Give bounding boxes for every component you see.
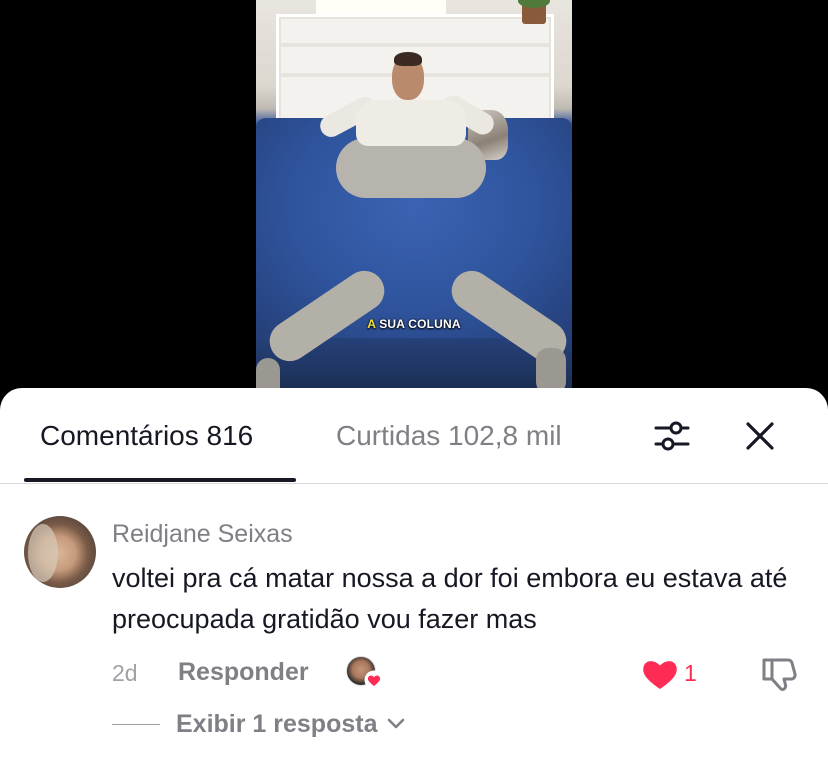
comment-meta-row: 2d Responder 1 <box>112 656 812 692</box>
creator-liked-icon <box>346 656 384 690</box>
caption-text: SUA COLUNA <box>375 317 461 331</box>
thumbs-down-icon[interactable] <box>760 654 800 694</box>
plant-pot <box>518 0 550 24</box>
comments-sheet: Comentários 816 Curtidas 102,8 mil Reidj… <box>0 388 828 763</box>
video-caption: A SUA COLUNA <box>256 317 572 331</box>
close-icon[interactable] <box>740 416 780 456</box>
caption-highlight: A <box>367 317 376 331</box>
person-pants <box>336 138 486 198</box>
chevron-down-icon <box>387 718 405 729</box>
active-tab-indicator <box>24 478 296 482</box>
heart-icon[interactable] <box>640 656 680 692</box>
comment-time: 2d <box>112 660 138 686</box>
view-replies-button[interactable]: Exibir 1 resposta <box>112 706 512 742</box>
person-foot-left <box>256 358 280 388</box>
video-player[interactable]: A SUA COLUNA <box>0 0 828 400</box>
comment-text: voltei pra cá matar nossa a dor foi embo… <box>112 563 788 634</box>
tab-comments[interactable]: Comentários 816 <box>40 420 253 452</box>
creator-heart-icon <box>364 670 384 690</box>
tab-likes[interactable]: Curtidas 102,8 mil <box>336 420 562 452</box>
person-torso <box>356 100 466 146</box>
video-frame[interactable]: A SUA COLUNA <box>256 0 572 388</box>
person-foot-right <box>536 348 566 388</box>
comment-item: Reidjane Seixas voltei pra cá matar noss… <box>0 484 828 763</box>
filter-sliders-icon[interactable] <box>652 416 692 456</box>
reply-button[interactable]: Responder <box>178 658 309 687</box>
person-hair <box>394 52 422 66</box>
comment-author[interactable]: Reidjane Seixas <box>112 520 293 549</box>
sheet-tabs: Comentários 816 Curtidas 102,8 mil <box>0 388 828 484</box>
view-replies-label: Exibir 1 resposta <box>176 710 378 738</box>
like-count: 1 <box>684 660 697 686</box>
person-leg-left <box>261 263 393 369</box>
replies-divider-line <box>112 724 160 725</box>
avatar[interactable] <box>24 516 96 588</box>
